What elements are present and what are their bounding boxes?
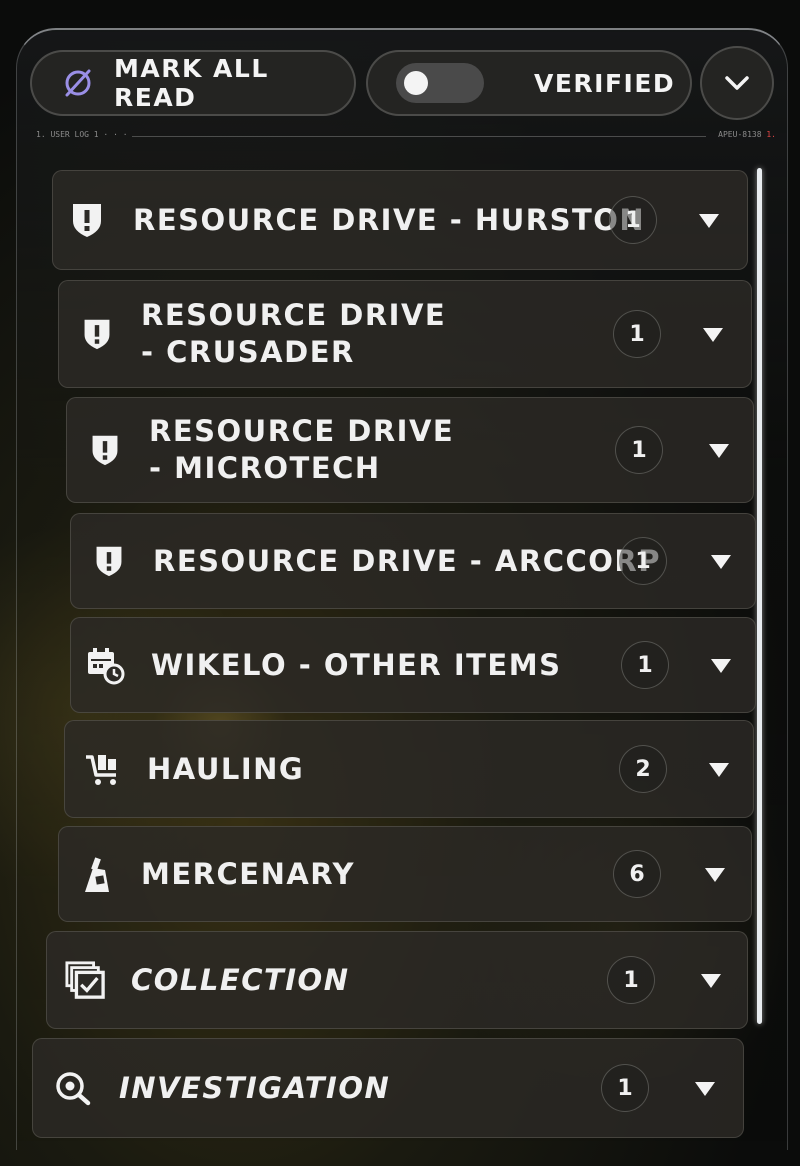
count-badge: 1 [621, 641, 669, 689]
cart-icon [83, 749, 123, 789]
category-title: RESOURCE DRIVE - CRUSADER [141, 298, 447, 369]
shield-alert-icon [77, 314, 117, 354]
caret-down-icon[interactable] [701, 974, 721, 988]
shield-alert-icon [89, 541, 129, 581]
category-title: RESOURCE DRIVE - MICROTECH [149, 414, 455, 485]
toggle-knob [404, 71, 428, 95]
count-badge: 1 [615, 426, 663, 474]
category-row-investigation[interactable]: INVESTIGATION 1 [32, 1038, 744, 1138]
log-strip-suffix: 1. [766, 130, 776, 139]
verified-toggle[interactable] [396, 63, 484, 103]
category-title: INVESTIGATION [119, 1070, 391, 1105]
log-strip-divider [132, 136, 706, 137]
category-row-resource-drive-hurston[interactable]: RESOURCE DRIVE - HURSTON 1 [52, 170, 748, 270]
category-row-mercenary[interactable]: MERCENARY 6 [58, 826, 752, 922]
eye-magnifier-icon [53, 1068, 93, 1108]
category-row-wikelo-other-items[interactable]: WIKELO - OTHER ITEMS 1 [70, 617, 756, 713]
mark-all-read-button[interactable]: MARK ALL READ [30, 50, 356, 116]
calendar-clock-icon [85, 645, 125, 685]
category-row-resource-drive-crusader[interactable]: RESOURCE DRIVE - CRUSADER 1 [58, 280, 752, 388]
count-badge: 1 [607, 956, 655, 1004]
log-strip-right: APEU-8138 1. [718, 130, 776, 139]
category-row-resource-drive-arccorp[interactable]: RESOURCE DRIVE - ARCCORP 1 [70, 513, 756, 609]
expand-menu-button[interactable] [700, 46, 774, 120]
caret-down-icon[interactable] [699, 214, 719, 228]
background-glint [742, 984, 798, 998]
caret-down-icon[interactable] [711, 555, 731, 569]
shield-alert-icon [67, 200, 107, 240]
caret-down-icon[interactable] [709, 763, 729, 777]
caret-down-icon[interactable] [695, 1082, 715, 1096]
log-strip-left: 1. USER LOG 1 · · · [36, 130, 128, 139]
category-row-resource-drive-microtech[interactable]: RESOURCE DRIVE - MICROTECH 1 [66, 397, 754, 503]
log-strip-id: APEU-8138 [718, 130, 762, 139]
shield-alert-icon [85, 430, 125, 470]
count-badge: 1 [609, 196, 657, 244]
log-strip: 1. USER LOG 1 · · · APEU-8138 1. [36, 130, 776, 146]
collection-check-icon [65, 960, 105, 1000]
count-badge: 1 [601, 1064, 649, 1112]
caret-down-icon[interactable] [711, 659, 731, 673]
caret-down-icon[interactable] [709, 444, 729, 458]
verified-label: VERIFIED [534, 68, 676, 98]
caret-down-icon[interactable] [705, 868, 725, 882]
chevron-down-icon [722, 73, 752, 93]
eye-off-icon [60, 65, 96, 101]
caret-down-icon[interactable] [703, 328, 723, 342]
scrollbar[interactable] [757, 168, 762, 1024]
count-badge: 2 [619, 745, 667, 793]
count-badge: 1 [619, 537, 667, 585]
mercenary-icon [77, 854, 117, 894]
toolbar: MARK ALL READ VERIFIED [30, 46, 775, 120]
mark-all-read-label: MARK ALL READ [114, 54, 269, 112]
category-row-collection[interactable]: COLLECTION 1 [46, 931, 748, 1029]
count-badge: 1 [613, 310, 661, 358]
category-row-hauling[interactable]: HAULING 2 [64, 720, 754, 818]
verified-filter[interactable]: VERIFIED [366, 50, 692, 116]
count-badge: 6 [613, 850, 661, 898]
